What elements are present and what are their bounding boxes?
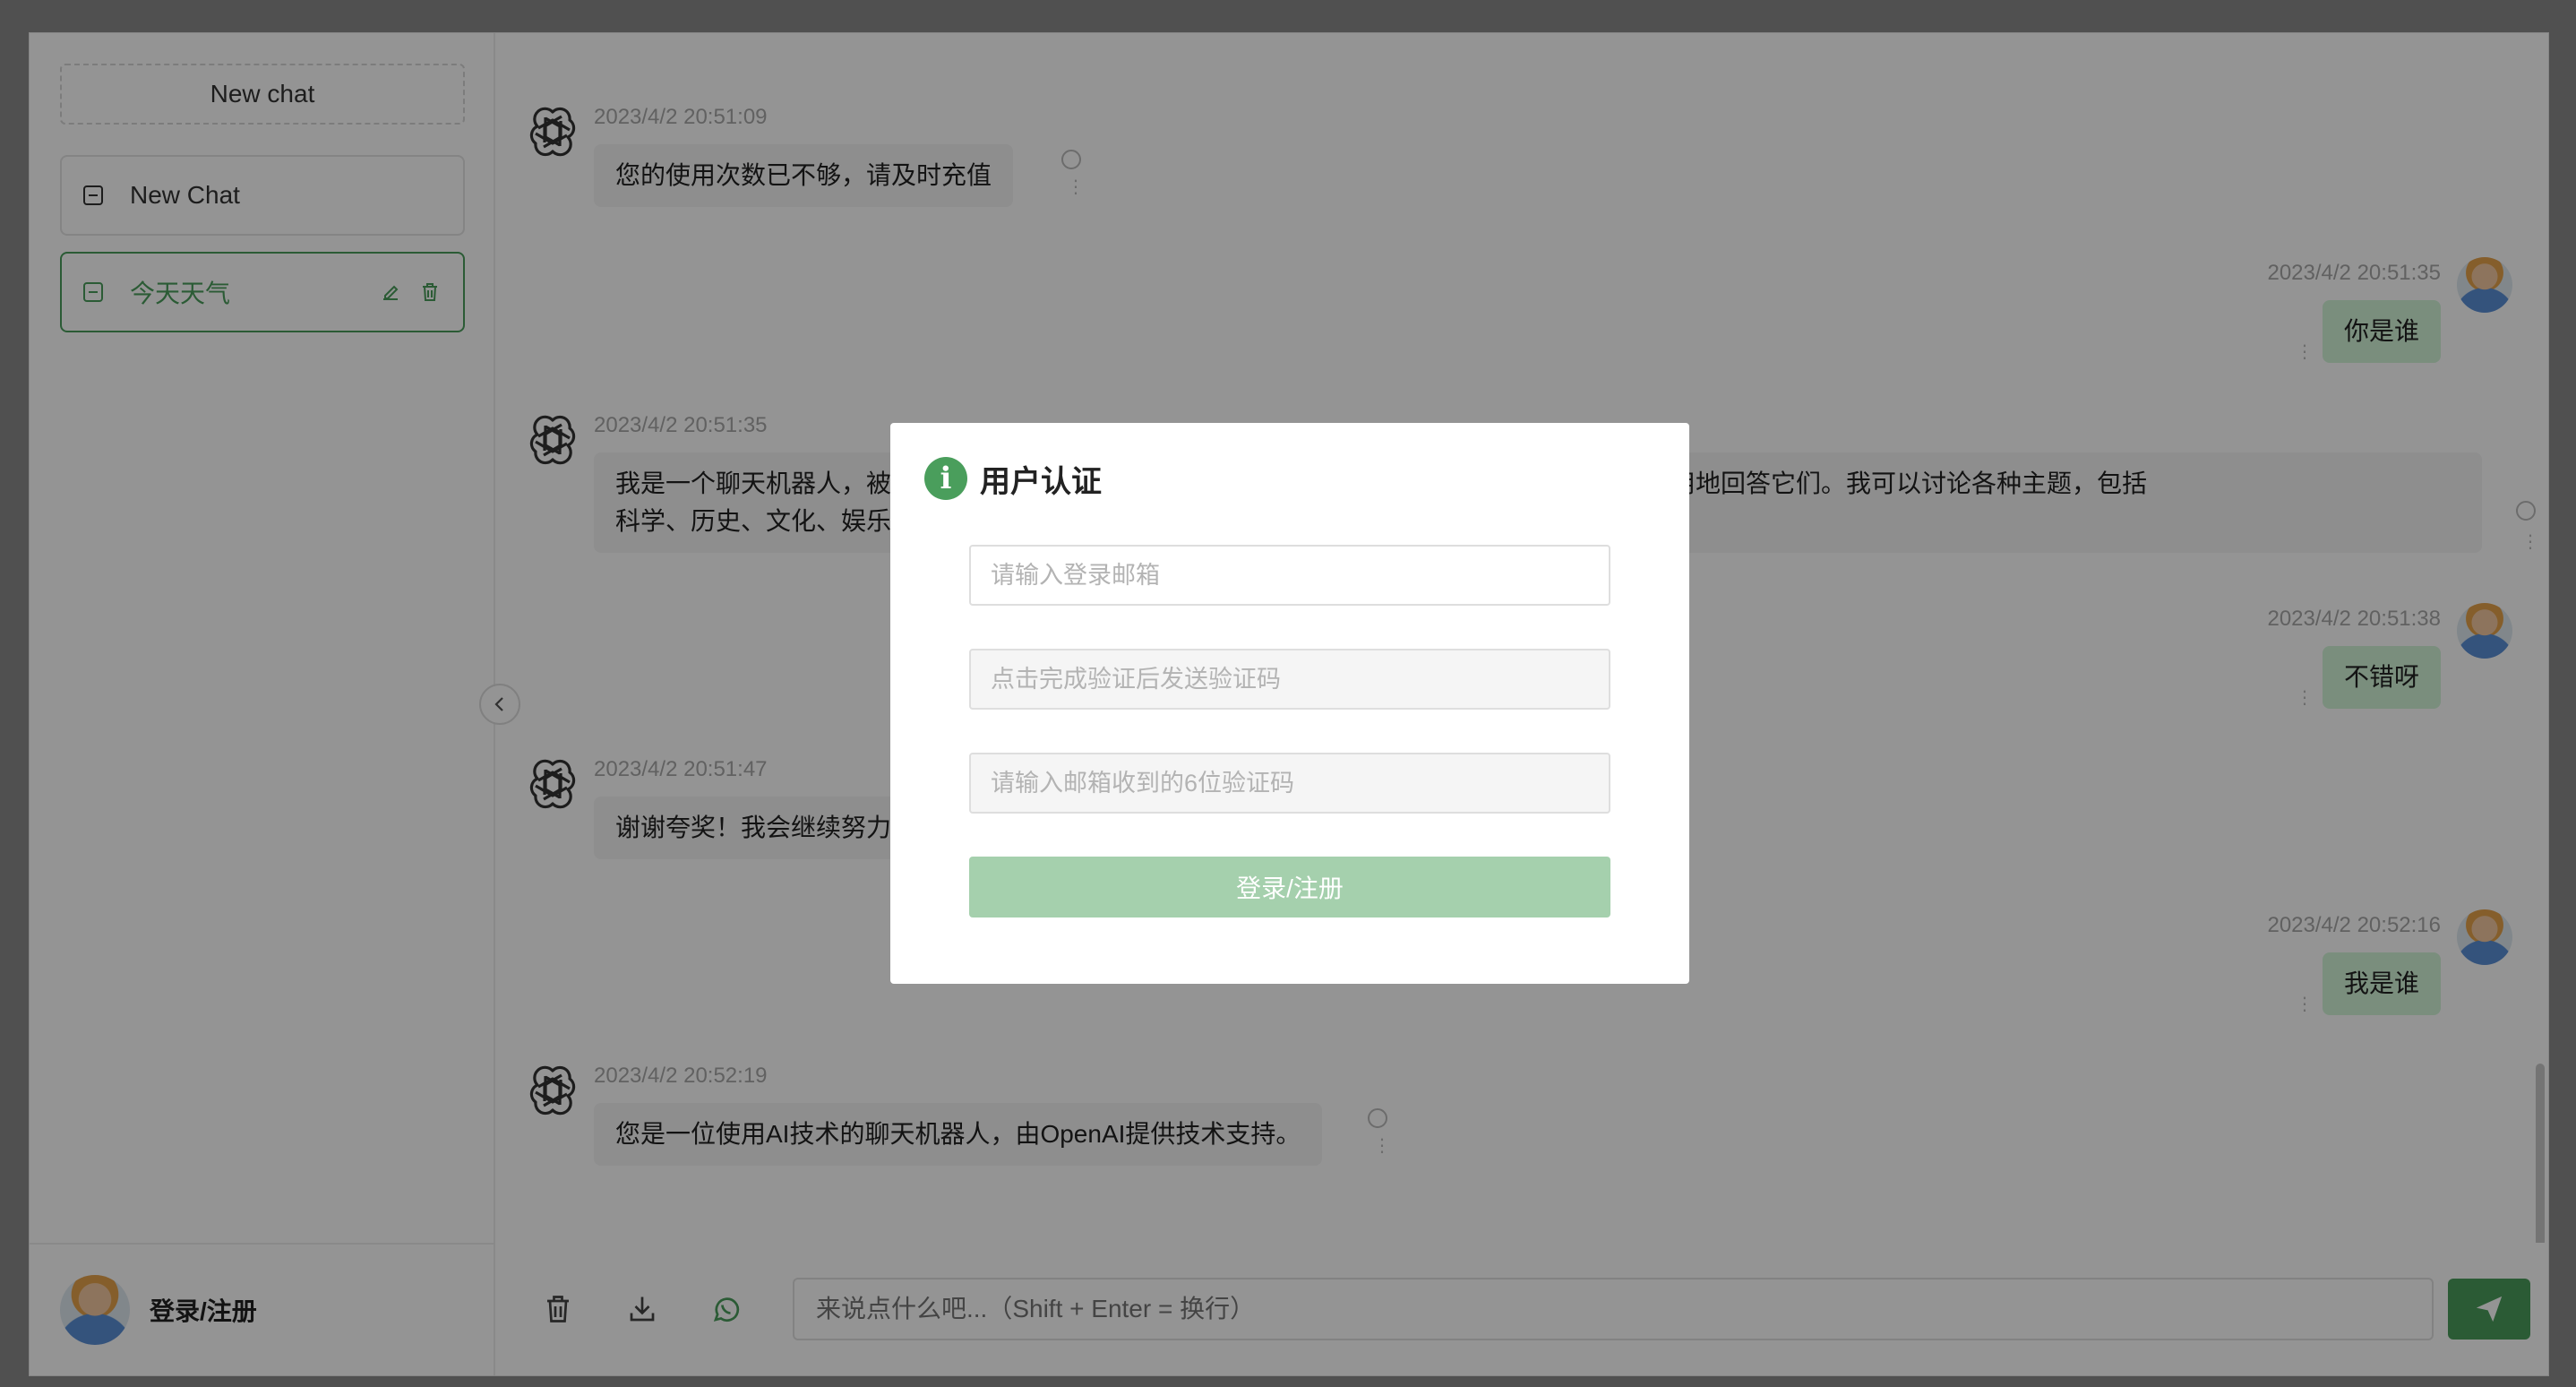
auth-dialog: i 用户认证 登录/注册 xyxy=(890,423,1689,984)
info-icon: i xyxy=(924,457,967,500)
login-register-button[interactable]: 登录/注册 xyxy=(969,857,1610,917)
dialog-title: 用户认证 xyxy=(980,464,1102,499)
email-field[interactable] xyxy=(969,545,1610,606)
captcha-send-field[interactable] xyxy=(969,649,1610,710)
verification-code-field[interactable] xyxy=(969,753,1610,814)
dialog-header: i 用户认证 xyxy=(924,455,1610,502)
